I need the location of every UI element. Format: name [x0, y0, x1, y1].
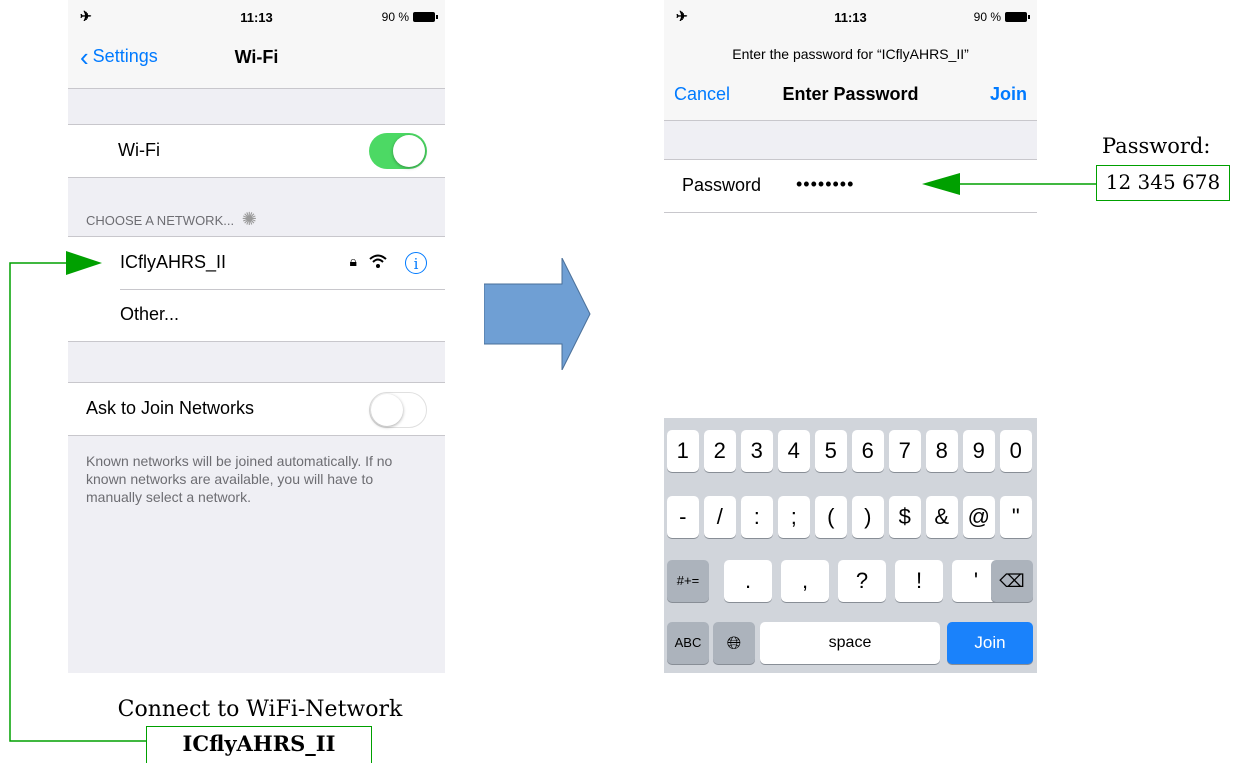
key-6[interactable]: 7 [889, 430, 921, 472]
space-key[interactable]: space [760, 622, 940, 664]
join-button[interactable]: Join [990, 84, 1027, 105]
toggle-knob [371, 394, 403, 426]
wifi-row-label: Wi-Fi [118, 140, 160, 160]
password-label: Password [682, 175, 762, 195]
network-name-box: ICflyAHRS_II [146, 726, 372, 763]
status-bar: ✈ 11:13 90 % [664, 0, 1037, 28]
battery-indicator: 90 % [973, 10, 1030, 24]
arrow-to-password-icon [922, 173, 1096, 195]
status-bar: ✈ 11:13 90 % [68, 0, 445, 28]
section-header: CHOOSE A NETWORK... ✺ [86, 209, 257, 230]
key-symbol-7[interactable]: & [926, 496, 958, 538]
key-symbol-6[interactable]: $ [889, 496, 921, 538]
password-value-box: 12 345 678 [1096, 165, 1230, 201]
spacer [664, 121, 1037, 159]
key-symbol-5[interactable]: ) [852, 496, 884, 538]
key-2[interactable]: 3 [741, 430, 773, 472]
wifi-toggle[interactable] [369, 133, 427, 169]
key-symbol-3[interactable]: ; [778, 496, 810, 538]
wifi-signal-icon [369, 254, 387, 268]
key-9[interactable]: 0 [1000, 430, 1032, 472]
key-4[interactable]: 5 [815, 430, 847, 472]
nav-bar: ‹ Settings Wi-Fi [68, 28, 445, 89]
abc-key[interactable]: ABC [667, 622, 709, 664]
battery-percent: 90 % [973, 10, 1001, 24]
connect-caption: Connect to WiFi-Network [117, 697, 403, 722]
wifi-row: Wi-Fi [68, 125, 445, 177]
key-7[interactable]: 8 [926, 430, 958, 472]
key-symbol-4[interactable]: ( [815, 496, 847, 538]
section-header-label: CHOOSE A NETWORK... [86, 213, 235, 228]
battery-icon [1005, 12, 1030, 22]
key-punct-2[interactable]: ? [838, 560, 886, 602]
battery-indicator: 90 % [381, 10, 438, 24]
password-input[interactable]: •••••••• [796, 174, 854, 195]
flow-arrow-icon [484, 258, 591, 370]
key-0[interactable]: 1 [667, 430, 699, 472]
password-screen: ✈ 11:13 90 % Enter the password for “ICf… [664, 0, 1037, 673]
page-title: Wi-Fi [234, 47, 279, 67]
key-1[interactable]: 2 [704, 430, 736, 472]
password-caption: Password: [1102, 134, 1211, 158]
password-prompt: Enter the password for “ICflyAHRS_II” [732, 46, 969, 62]
lock-icon: 🔒︎ [349, 253, 357, 269]
key-5[interactable]: 6 [852, 430, 884, 472]
nav-bar: Enter the password for “ICflyAHRS_II” Ca… [664, 28, 1037, 121]
page-title: Enter Password [782, 84, 919, 104]
backspace-key[interactable]: ⌫ [991, 560, 1033, 602]
more-symbols-key[interactable]: #+= [667, 560, 709, 602]
key-symbol-8[interactable]: @ [963, 496, 995, 538]
key-symbol-1[interactable]: / [704, 496, 736, 538]
key-symbol-0[interactable]: - [667, 496, 699, 538]
key-symbol-9[interactable]: " [1000, 496, 1032, 538]
battery-percent: 90 % [381, 10, 409, 24]
info-button[interactable]: i [405, 252, 427, 274]
keyboard: 1 2 3 4 5 6 7 8 9 0- /:;() $ & @ " #+=.,?! ' ⌫ ABC 🌐︎ space J… [664, 418, 1037, 673]
ask-join-toggle[interactable] [369, 392, 427, 428]
key-8[interactable]: 9 [963, 430, 995, 472]
key-3[interactable]: 4 [778, 430, 810, 472]
spinner-icon: ✺ [241, 209, 257, 229]
key-punct-3[interactable]: ! [895, 560, 943, 602]
toggle-knob [393, 135, 425, 167]
wifi-toggle-group: Wi-Fi [68, 124, 445, 178]
keyboard-join-key[interactable]: Join [947, 622, 1033, 664]
key-symbol-2[interactable]: : [741, 496, 773, 538]
globe-key[interactable]: 🌐︎ [713, 622, 755, 664]
battery-icon [413, 12, 438, 22]
arrow-to-network-icon [9, 251, 146, 742]
key-punct-0[interactable]: . [724, 560, 772, 602]
key-punct-1[interactable]: , [781, 560, 829, 602]
